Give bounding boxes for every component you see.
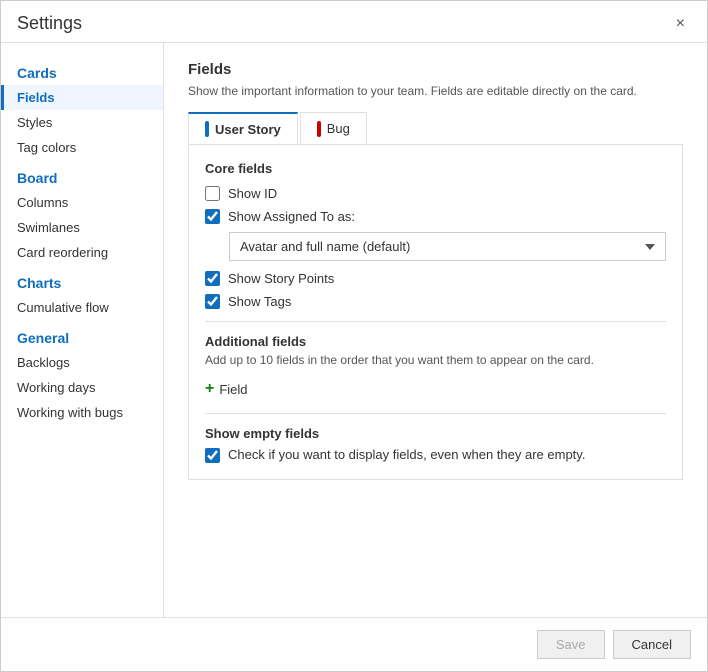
show-assigned-checkbox[interactable]	[205, 209, 220, 224]
sidebar-item-card-reordering[interactable]: Card reordering	[1, 240, 163, 265]
assigned-dropdown-row: Avatar and full name (default) Avatar on…	[229, 232, 666, 261]
dialog-header: Settings ×	[1, 1, 707, 43]
bug-color-bar	[317, 121, 321, 137]
show-tags-row: Show Tags	[205, 294, 666, 309]
additional-fields-title: Additional fields	[205, 334, 666, 349]
page-description: Show the important information to your t…	[188, 84, 683, 98]
core-fields-title: Core fields	[205, 161, 666, 176]
sidebar-item-columns[interactable]: Columns	[1, 190, 163, 215]
show-story-points-label: Show Story Points	[228, 271, 334, 286]
sidebar-item-backlogs[interactable]: Backlogs	[1, 350, 163, 375]
show-empty-fields-checkbox[interactable]	[205, 448, 220, 463]
sidebar-section-general: General	[1, 320, 163, 350]
show-empty-fields-title: Show empty fields	[205, 426, 666, 441]
dialog-body: Cards Fields Styles Tag colors Board Col…	[1, 43, 707, 617]
sidebar-item-tag-colors[interactable]: Tag colors	[1, 135, 163, 160]
work-item-tabs: User Story Bug	[188, 112, 683, 144]
show-tags-checkbox[interactable]	[205, 294, 220, 309]
divider-1	[205, 321, 666, 322]
sidebar-item-working-with-bugs[interactable]: Working with bugs	[1, 400, 163, 425]
show-id-checkbox[interactable]	[205, 186, 220, 201]
tab-user-story-label: User Story	[215, 122, 281, 137]
show-story-points-checkbox[interactable]	[205, 271, 220, 286]
show-empty-fields-row: Check if you want to display fields, eve…	[205, 447, 666, 463]
save-button[interactable]: Save	[537, 630, 605, 659]
add-field-label: Field	[219, 382, 247, 397]
sidebar-item-styles[interactable]: Styles	[1, 110, 163, 135]
dialog-title: Settings	[17, 13, 82, 34]
settings-dialog: Settings × Cards Fields Styles Tag color…	[0, 0, 708, 672]
sidebar-section-board: Board	[1, 160, 163, 190]
assigned-to-dropdown[interactable]: Avatar and full name (default) Avatar on…	[229, 232, 666, 261]
tab-bug-label: Bug	[327, 121, 350, 136]
sidebar-item-swimlanes[interactable]: Swimlanes	[1, 215, 163, 240]
user-story-color-bar	[205, 121, 209, 137]
fields-panel: Core fields Show ID Show Assigned To as:…	[188, 144, 683, 480]
cancel-button[interactable]: Cancel	[613, 630, 691, 659]
show-assigned-row: Show Assigned To as:	[205, 209, 666, 224]
show-id-row: Show ID	[205, 186, 666, 201]
dialog-footer: Save Cancel	[1, 617, 707, 671]
main-content: Fields Show the important information to…	[164, 43, 707, 617]
show-empty-fields-label: Check if you want to display fields, eve…	[228, 447, 585, 462]
sidebar: Cards Fields Styles Tag colors Board Col…	[1, 43, 164, 617]
tab-bug[interactable]: Bug	[300, 112, 367, 144]
divider-2	[205, 413, 666, 414]
sidebar-section-charts: Charts	[1, 265, 163, 295]
page-title: Fields	[188, 61, 683, 78]
plus-icon: +	[205, 381, 214, 397]
show-tags-label: Show Tags	[228, 294, 291, 309]
tab-user-story[interactable]: User Story	[188, 112, 298, 144]
sidebar-section-cards: Cards	[1, 55, 163, 85]
show-story-points-row: Show Story Points	[205, 271, 666, 286]
additional-fields-desc: Add up to 10 fields in the order that yo…	[205, 353, 666, 367]
show-assigned-label: Show Assigned To as:	[228, 209, 355, 224]
add-field-button[interactable]: + Field	[205, 377, 248, 401]
sidebar-item-fields[interactable]: Fields	[1, 85, 163, 110]
sidebar-item-cumulative-flow[interactable]: Cumulative flow	[1, 295, 163, 320]
close-button[interactable]: ×	[670, 14, 691, 34]
show-id-label: Show ID	[228, 186, 277, 201]
sidebar-item-working-days[interactable]: Working days	[1, 375, 163, 400]
